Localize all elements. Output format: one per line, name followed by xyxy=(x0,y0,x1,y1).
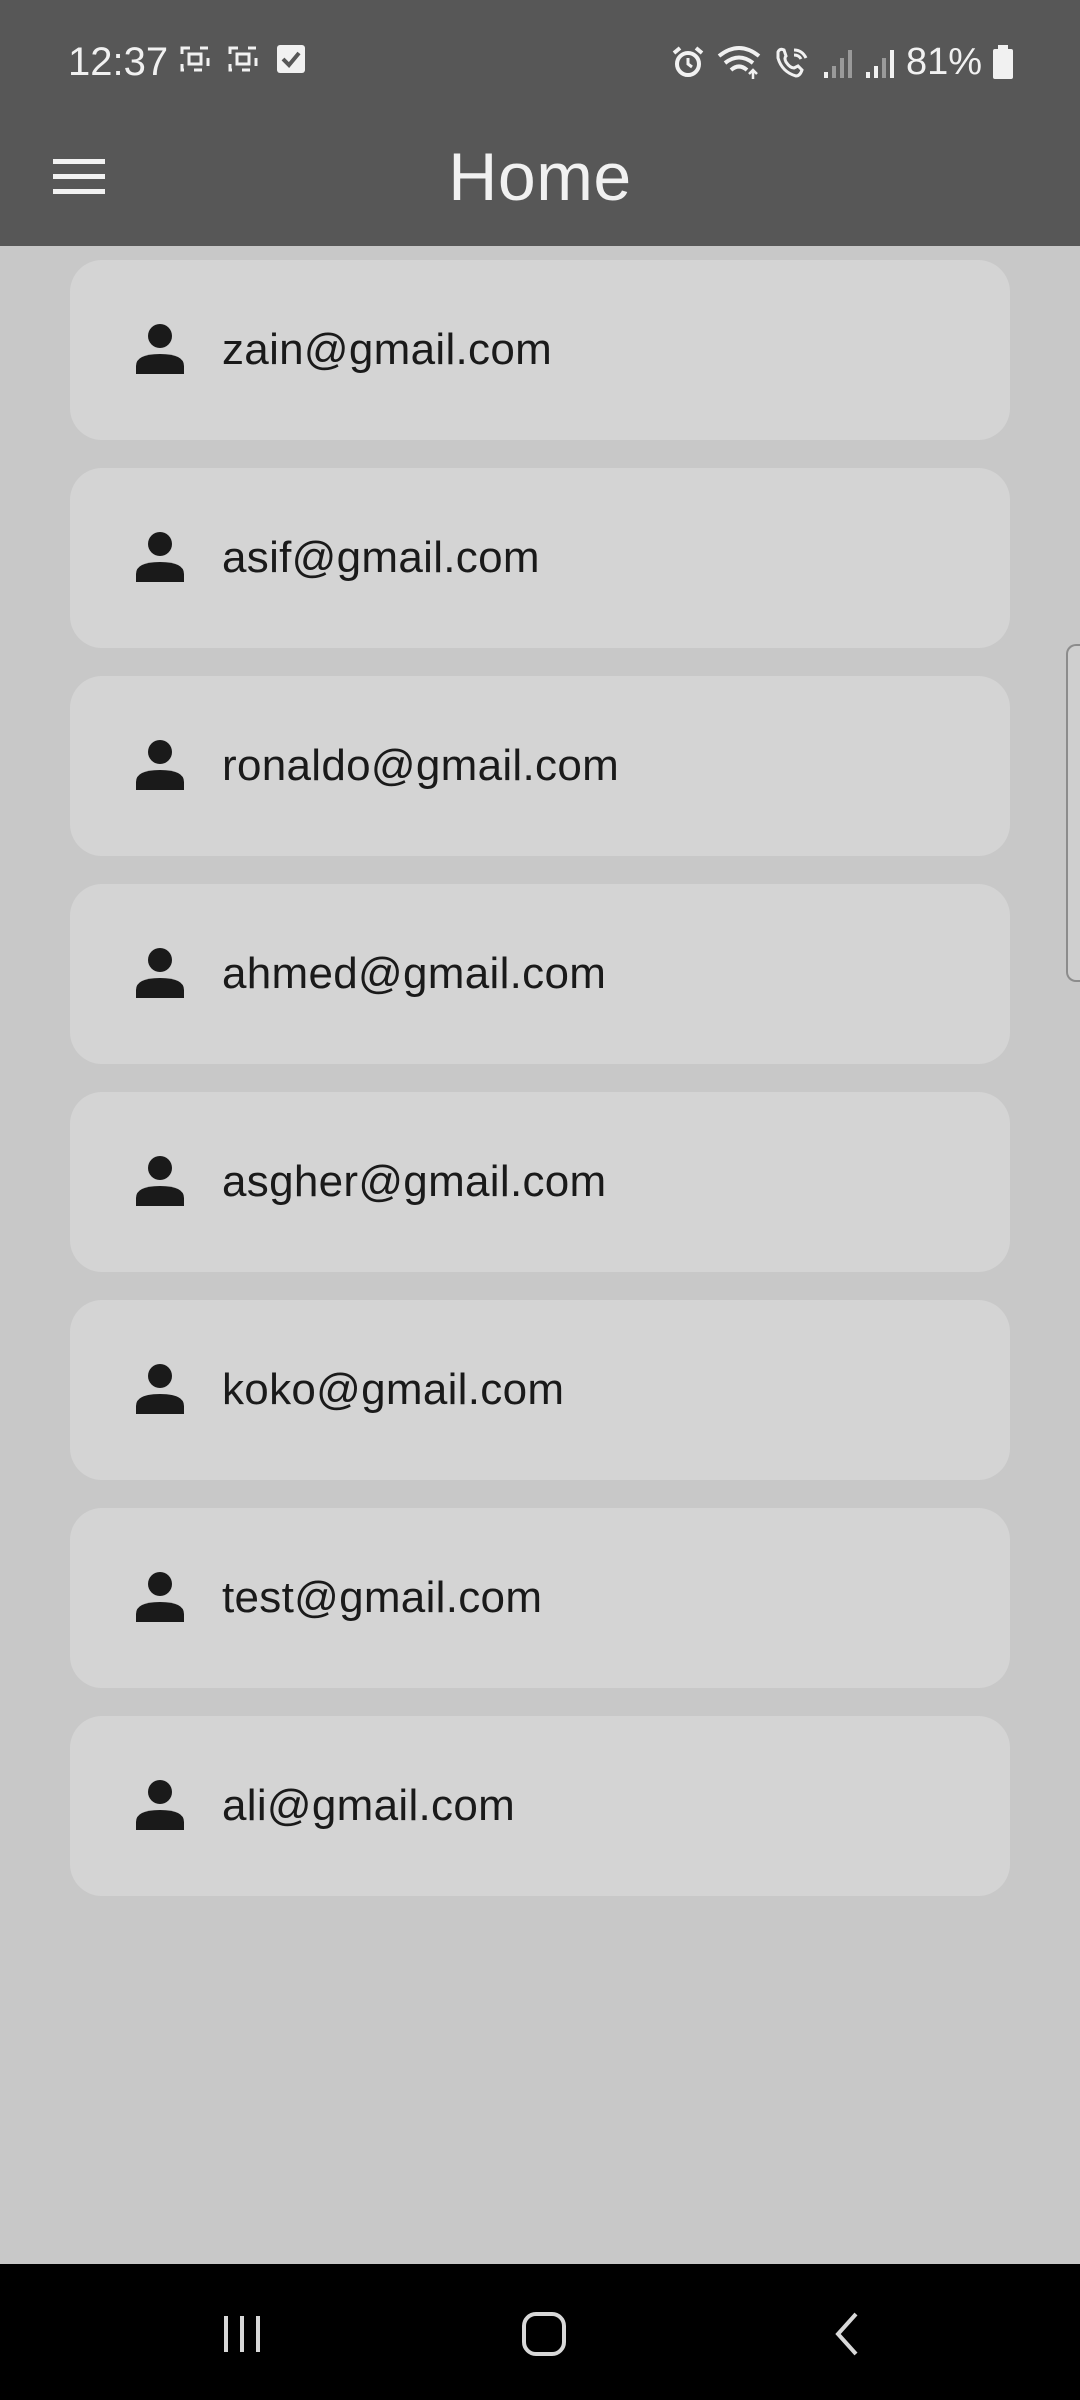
wifi-calling-icon xyxy=(776,47,808,78)
back-button[interactable] xyxy=(812,2298,884,2370)
battery-percentage: 81% xyxy=(905,41,982,83)
status-system-icons: 81% xyxy=(670,34,1014,90)
checkbox-notification-icon xyxy=(277,45,305,73)
user-email: asgher@gmail.com xyxy=(222,1157,607,1206)
user-list-item[interactable]: ali@gmail.com xyxy=(70,1716,1010,1896)
wifi-icon xyxy=(717,46,761,79)
person-icon xyxy=(136,324,184,374)
user-list-item[interactable]: test@gmail.com xyxy=(70,1508,1010,1688)
user-list-item[interactable]: asif@gmail.com xyxy=(70,468,1010,648)
person-icon xyxy=(136,1156,184,1206)
user-list-item[interactable]: zain@gmail.com xyxy=(70,260,1010,440)
user-email: test@gmail.com xyxy=(222,1573,543,1622)
page-title: Home xyxy=(448,139,632,215)
user-email: ahmed@gmail.com xyxy=(222,949,607,998)
recent-apps-button[interactable] xyxy=(206,2298,278,2370)
user-email: asif@gmail.com xyxy=(222,533,540,582)
home-icon xyxy=(522,2312,566,2356)
person-icon xyxy=(136,1780,184,1830)
screenshot-icon xyxy=(228,46,258,72)
edge-panel-handle[interactable] xyxy=(1066,644,1080,982)
status-notification-icons xyxy=(178,42,308,76)
status-bar: 12:37 81% xyxy=(0,0,1080,120)
user-list-item[interactable]: koko@gmail.com xyxy=(70,1300,1010,1480)
user-list-item[interactable]: asgher@gmail.com xyxy=(70,1092,1010,1272)
user-email: ronaldo@gmail.com xyxy=(222,741,620,790)
back-icon xyxy=(835,2312,858,2356)
person-icon xyxy=(136,740,184,790)
navigation-bar xyxy=(0,2264,1080,2400)
user-list-item[interactable]: ahmed@gmail.com xyxy=(70,884,1010,1064)
person-icon xyxy=(136,948,184,998)
person-icon xyxy=(136,1364,184,1414)
user-email: ali@gmail.com xyxy=(222,1781,516,1830)
battery-icon xyxy=(993,45,1013,79)
user-email: koko@gmail.com xyxy=(222,1365,565,1414)
recent-apps-icon xyxy=(224,2316,260,2352)
signal-strength-icon-sim1 xyxy=(823,50,852,78)
person-icon xyxy=(136,532,184,582)
status-time: 12:37 xyxy=(68,40,169,84)
person-icon xyxy=(136,1572,184,1622)
user-list-item[interactable]: ronaldo@gmail.com xyxy=(70,676,1010,856)
user-email: zain@gmail.com xyxy=(222,325,553,374)
signal-strength-icon-sim2 xyxy=(865,50,894,78)
home-button[interactable] xyxy=(508,2298,580,2370)
app-bar: Home xyxy=(0,120,1080,246)
alarm-icon xyxy=(672,46,704,77)
screen-record-icon xyxy=(180,46,210,72)
user-list[interactable]: zain@gmail.com asif@gmail.com ronaldo@gm… xyxy=(0,246,1080,2264)
